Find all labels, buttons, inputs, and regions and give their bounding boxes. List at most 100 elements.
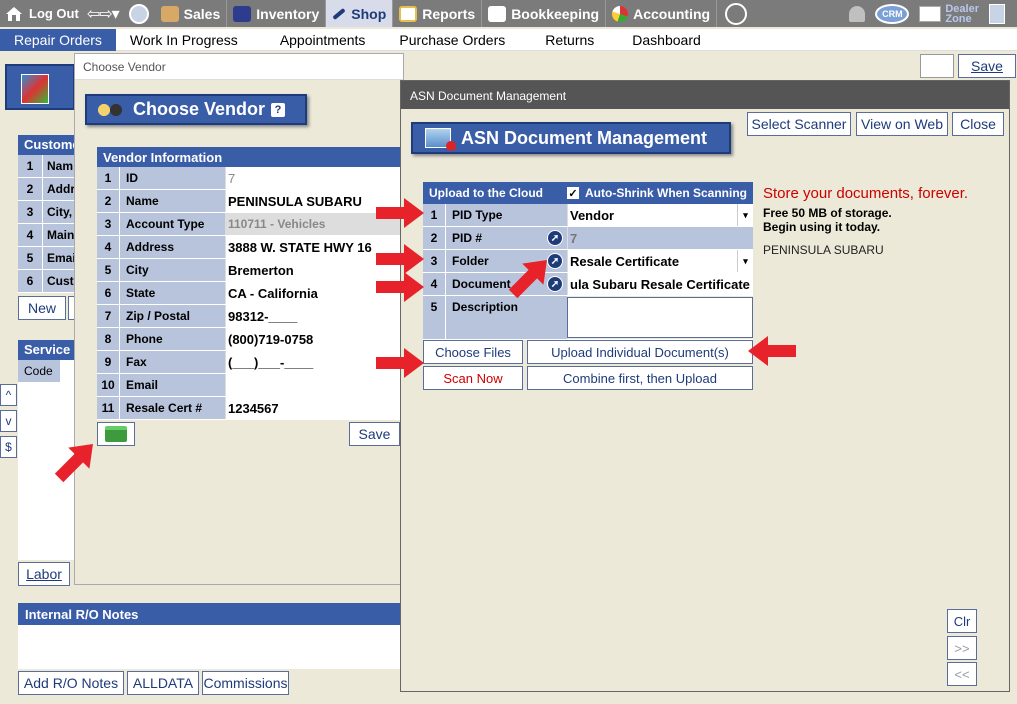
tab-appointments[interactable]: Appointments xyxy=(252,29,394,51)
vendor-row-zip: 7 Zip / Postal 98312-____ xyxy=(97,305,403,328)
calculator-icon[interactable] xyxy=(989,3,1005,24)
labor-button[interactable]: Labor xyxy=(18,562,70,586)
bell-icon[interactable] xyxy=(849,5,866,22)
row-number: 5 xyxy=(97,259,119,281)
user-face-icon[interactable] xyxy=(128,3,149,24)
help-icon[interactable]: ? xyxy=(271,102,286,117)
row-number: 5 xyxy=(18,247,42,269)
customer-row: 5 Emai xyxy=(18,247,78,270)
customer-panel: Custome 1 Nam 2 Addr 3 City, 4 Main 5 Emai 6C… xyxy=(18,135,80,295)
new-customer-button[interactable]: New xyxy=(18,296,66,320)
row-number: 4 xyxy=(97,236,119,258)
row-label: Cust xyxy=(42,270,78,292)
tab-work-in-progress[interactable]: Work In Progress xyxy=(116,29,252,51)
phone-field[interactable]: (800)719-0758 xyxy=(225,328,403,350)
vendor-row-city: 5 City Bremerton xyxy=(97,259,403,282)
close-button[interactable]: Close xyxy=(952,112,1004,136)
vendor-row-resale-cert: 11 Resale Cert #1234567 xyxy=(97,397,403,420)
zip-field[interactable]: 98312-____ xyxy=(225,305,403,327)
commissions-button[interactable]: Commissions xyxy=(202,671,289,695)
clear-button[interactable]: Clr xyxy=(947,609,977,633)
vendor-people-icon xyxy=(95,98,125,121)
row-number: 3 xyxy=(18,201,42,223)
upload-header: Upload to the Cloud ✓ Auto-Shrink When Sc… xyxy=(423,182,753,204)
scan-now-button[interactable]: Scan Now xyxy=(423,366,523,390)
vendor-save-button[interactable]: Save xyxy=(349,422,400,446)
nav-sales[interactable]: Sales xyxy=(155,0,228,27)
row-number: 1 xyxy=(423,204,445,226)
customer-row: 2 Addr xyxy=(18,178,78,201)
nav-reports-label: Reports xyxy=(422,5,476,22)
document-name-field[interactable]: ula Subaru Resale Certificate xyxy=(567,273,753,295)
next-page-button[interactable]: >> xyxy=(947,636,977,660)
pid-type-select[interactable]: Vendor ▾ xyxy=(567,204,753,226)
tab-purchase-orders[interactable]: Purchase Orders xyxy=(393,29,511,51)
row-number: 6 xyxy=(97,282,119,304)
vendor-row-phone: 8 Phone (800)719-0758 xyxy=(97,328,403,351)
vendor-row-name: 2 Name PENINSULA SUBARU xyxy=(97,190,403,213)
promo-storage: Free 50 MB of storage. xyxy=(763,206,892,220)
nav-accounting[interactable]: Accounting xyxy=(606,0,718,27)
price-button[interactable]: $ xyxy=(0,436,17,458)
nav-bookkeeping[interactable]: Bookkeeping xyxy=(482,0,607,27)
choose-files-button[interactable]: Choose Files xyxy=(423,340,523,364)
alldata-button[interactable]: ALLDATA xyxy=(127,671,199,695)
view-on-web-button[interactable]: View on Web xyxy=(856,112,948,136)
book-icon xyxy=(488,5,507,22)
move-down-button[interactable]: v xyxy=(0,410,17,432)
dropdown-arrow-icon[interactable]: ▾ xyxy=(737,204,753,226)
nav-shop[interactable]: Shop xyxy=(326,0,394,27)
add-ro-notes-button[interactable]: Add R/O Notes xyxy=(18,671,124,695)
folder-icon xyxy=(105,426,127,442)
pid-label-cell: PID # ➚ xyxy=(445,227,567,249)
annotation-arrow-icon xyxy=(376,348,424,378)
vendor-row-email: 10 Email xyxy=(97,374,403,397)
row-number: 2 xyxy=(97,190,119,212)
resale-cert-field[interactable]: 1234567 xyxy=(225,397,403,419)
tab-returns[interactable]: Returns xyxy=(511,29,628,51)
link-arrow-icon[interactable]: ➚ xyxy=(547,230,563,246)
row-label: Addr xyxy=(42,178,78,200)
row-label: ID xyxy=(119,167,225,189)
vendor-info-table: Vendor Information 1 ID 7 2 Name PENINSULA S… xyxy=(97,147,403,420)
select-scanner-button[interactable]: Select Scanner xyxy=(747,112,851,136)
upload-individual-button[interactable]: Upload Individual Document(s) xyxy=(527,340,753,364)
upload-row-description: 5 Description xyxy=(423,296,753,340)
gear-icon[interactable] xyxy=(725,2,748,25)
vendor-row-id: 1 ID 7 xyxy=(97,167,403,190)
documents-folder-button[interactable] xyxy=(97,422,135,446)
row-label: PID Type xyxy=(445,204,567,226)
dealer-zone-icon[interactable] xyxy=(919,5,942,22)
row-label: Main xyxy=(42,224,78,246)
header-input[interactable] xyxy=(920,54,954,78)
logout-link[interactable]: Log Out xyxy=(0,5,79,23)
nav-bookkeeping-label: Bookkeeping xyxy=(511,5,600,22)
nav-inventory[interactable]: Inventory xyxy=(227,0,327,27)
prev-page-button[interactable]: << xyxy=(947,662,977,686)
back-forward-icon[interactable]: ⇦⇨▾ xyxy=(87,4,120,24)
description-textarea[interactable] xyxy=(567,297,753,338)
annotation-arrow-icon xyxy=(376,198,424,228)
combine-upload-button[interactable]: Combine first, then Upload xyxy=(527,366,753,390)
page-save-button[interactable]: Save xyxy=(958,54,1016,78)
dropdown-arrow-icon[interactable]: ▾ xyxy=(737,250,753,272)
upload-header-label: Upload to the Cloud xyxy=(429,186,543,200)
tab-repair-orders[interactable]: Repair Orders xyxy=(0,28,116,51)
move-up-button[interactable]: ^ xyxy=(0,384,17,406)
folder-select[interactable]: Resale Certificate ▾ xyxy=(567,250,753,272)
auto-shrink-checkbox[interactable]: ✓ Auto-Shrink When Scanning xyxy=(567,186,753,200)
asn-document-dialog: ASN Document Management ASN Document Man… xyxy=(400,80,1010,692)
upload-table: Upload to the Cloud ✓ Auto-Shrink When Sc… xyxy=(423,182,753,340)
crm-icon[interactable]: CRM xyxy=(875,3,910,24)
repair-order-header xyxy=(5,64,75,110)
auto-shrink-label: Auto-Shrink When Scanning xyxy=(585,186,747,200)
promo-details: Free 50 MB of storage. Begin using it tod… xyxy=(763,206,968,234)
vendor-row-address: 4 Address 3888 W. STATE HWY 16 xyxy=(97,236,403,259)
wrench-icon xyxy=(332,7,346,20)
internal-notes-panel: Internal R/O Notes xyxy=(18,603,403,669)
dealer-zone-link[interactable]: Dealer Zone xyxy=(945,3,979,24)
tab-dashboard[interactable]: Dashboard xyxy=(628,29,705,51)
pid-type-value: Vendor xyxy=(570,207,615,223)
logout-label: Log Out xyxy=(29,6,79,21)
nav-reports[interactable]: Reports xyxy=(393,0,483,27)
